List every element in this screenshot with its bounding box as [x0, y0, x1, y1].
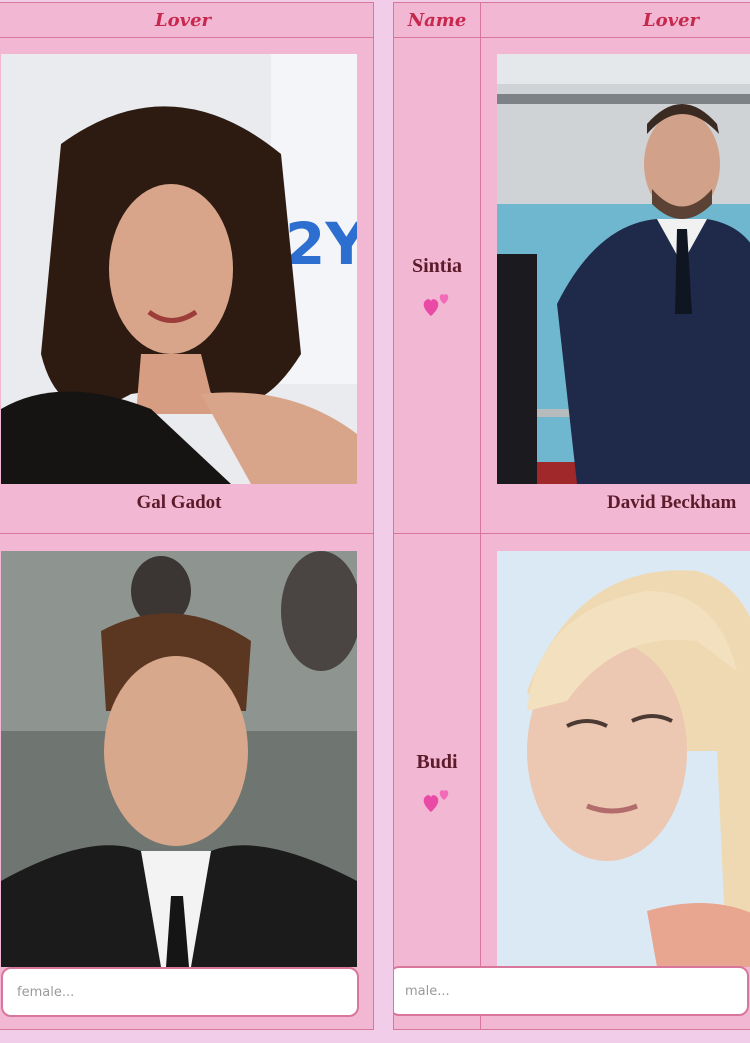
row-divider: [0, 533, 373, 534]
name-header: Name: [407, 10, 467, 31]
column-divider: [480, 3, 481, 1029]
lover-photo-david-beckham: [497, 54, 750, 484]
lover-header: Lover: [642, 10, 700, 31]
two-hearts-icon: [421, 289, 453, 319]
lover-photo-liam-hemsworth: [1, 551, 357, 967]
female-search-input[interactable]: [1, 967, 359, 1017]
lover-header: Lover: [154, 10, 212, 31]
male-search-input[interactable]: [394, 966, 749, 1016]
two-hearts-icon: [421, 785, 453, 815]
lover-table-male: Name Lover Sintia David Beckham Budi: [393, 2, 750, 1030]
user-name: Sintia: [411, 255, 463, 277]
svg-text:2Y: 2Y: [285, 210, 357, 278]
row-divider: [394, 533, 750, 534]
lover-name: Gal Gadot: [136, 492, 222, 513]
header-divider: [0, 37, 373, 38]
user-name: Budi: [416, 751, 458, 773]
header-divider: [394, 37, 750, 38]
lover-photo-anya-taylor-joy: [497, 551, 750, 967]
lover-name: David Beckham: [607, 492, 737, 513]
lover-photo-gal-gadot: 2Y: [1, 54, 357, 484]
lover-table-female: Lover 2Y Gal Gadot: [0, 2, 374, 1030]
